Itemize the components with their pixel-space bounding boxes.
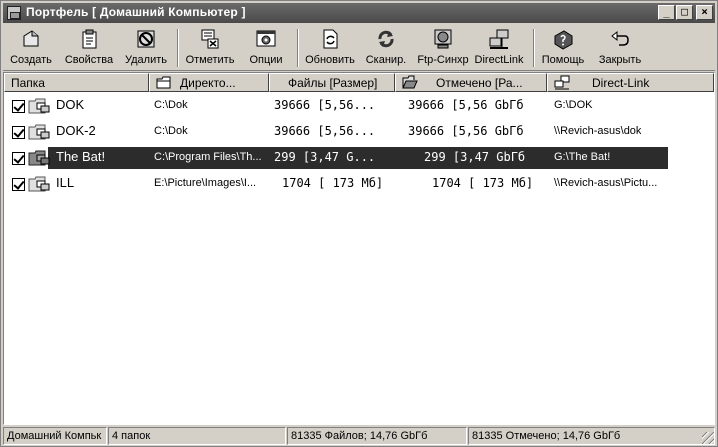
portfolio-window: Портфель [ Домашний Компьютер ] _ □ × Со… <box>0 0 718 447</box>
delete-button[interactable]: Удалить <box>121 26 171 70</box>
status-folders: 4 папок <box>108 427 286 445</box>
new-folder-icon <box>20 28 42 50</box>
close-button[interactable]: Закрыть <box>595 26 645 70</box>
status-computer: Домашний Компьк <box>3 427 107 445</box>
refresh-icon <box>375 28 397 50</box>
status-bar: Домашний Компьк 4 папок 81335 Файлов; 14… <box>3 427 715 445</box>
portfolio-folder-icon <box>27 148 51 168</box>
portfolio-folder-icon <box>27 96 51 116</box>
undo-arrow-icon <box>609 28 631 50</box>
properties-button[interactable]: Свойства <box>63 26 115 70</box>
directlink-button[interactable]: DirectLink <box>473 26 525 70</box>
status-files: 81335 Файлов; 14,76 GbГб <box>287 427 467 445</box>
row-checkbox[interactable] <box>12 152 25 165</box>
create-button[interactable]: Создать <box>9 26 53 70</box>
column-header-files[interactable]: Файлы [Размер] <box>269 73 395 92</box>
window-title: Портфель [ Домашний Компьютер ] <box>26 5 246 19</box>
ftp-globe-icon <box>432 28 454 50</box>
folder-icon <box>156 75 172 90</box>
row-checkbox[interactable] <box>12 126 25 139</box>
close-window-button[interactable]: × <box>696 5 713 20</box>
column-header-folder[interactable]: Папка <box>4 73 149 92</box>
help-button[interactable]: Помощь <box>539 26 587 70</box>
column-header-direct-link[interactable]: Direct-Link <box>547 73 714 92</box>
list-header: Папка Директо... Файлы [Размер] Отмечено… <box>4 73 714 92</box>
mark-button[interactable]: Отметить <box>183 26 237 70</box>
table-row[interactable]: DOK C:\Dok 39666 [5,56... 39666 [5,56 Gb… <box>6 94 712 118</box>
toolbar: Создать Свойства Удалить Отметить Опции <box>3 25 715 71</box>
refresh-document-icon <box>319 28 341 50</box>
delete-icon <box>135 28 157 50</box>
scan-button[interactable]: Сканир. <box>363 26 409 70</box>
toolbar-separator <box>177 29 179 67</box>
portfolio-folder-icon <box>27 122 51 142</box>
ftp-sync-button[interactable]: Ftp-Синхр <box>417 26 469 70</box>
window-controls: _ □ × <box>657 5 713 20</box>
mark-icon <box>199 28 221 50</box>
status-marked: 81335 Отмечено; 14,76 GbГб <box>468 427 715 445</box>
options-button[interactable]: Опции <box>243 26 289 70</box>
network-computers-icon <box>488 28 510 50</box>
table-row[interactable]: DOK-2 C:\Dok 39666 [5,56... 39666 [5,56 … <box>6 120 712 144</box>
open-folder-icon <box>402 75 418 90</box>
refresh-button[interactable]: Обновить <box>303 26 357 70</box>
toolbar-separator <box>533 29 535 67</box>
portfolio-list[interactable]: Папка Директо... Файлы [Размер] Отмечено… <box>3 72 715 425</box>
maximize-button[interactable]: □ <box>676 5 693 20</box>
minimize-button[interactable]: _ <box>658 5 675 20</box>
column-header-marked[interactable]: Отмечено [Ра... <box>395 73 547 92</box>
properties-icon <box>78 28 100 50</box>
toolbar-separator <box>297 29 299 67</box>
resize-grip[interactable] <box>702 432 714 444</box>
row-checkbox[interactable] <box>12 178 25 191</box>
table-row[interactable]: ILL E:\Picture\Images\I... 1704 [ 173 Мб… <box>6 172 712 196</box>
app-icon <box>7 6 21 20</box>
title-bar[interactable]: Портфель [ Домашний Компьютер ] _ □ × <box>3 3 715 23</box>
help-book-icon <box>552 28 574 50</box>
portfolio-folder-icon <box>27 174 51 194</box>
column-header-directory[interactable]: Директо... <box>149 73 269 92</box>
network-icon <box>554 75 570 90</box>
table-row-selected[interactable]: The Bat! C:\Program Files\Th... 299 [3,4… <box>6 146 712 170</box>
row-checkbox[interactable] <box>12 100 25 113</box>
options-icon <box>255 28 277 50</box>
